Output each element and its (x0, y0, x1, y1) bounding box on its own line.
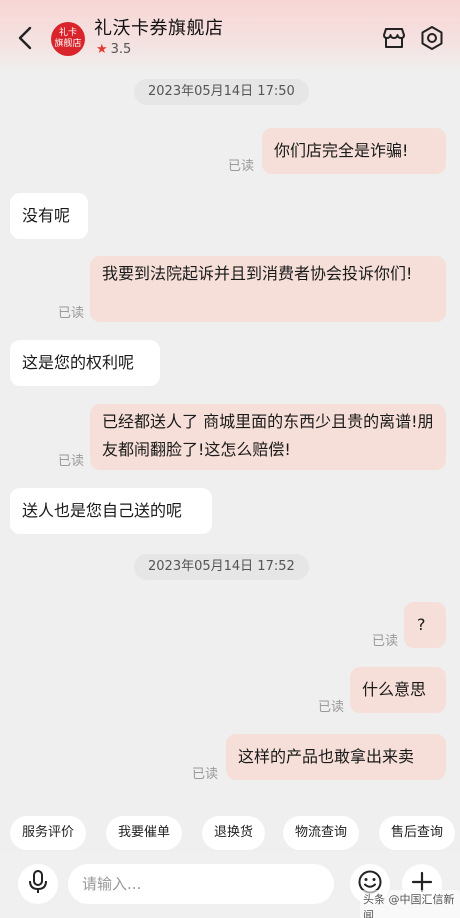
read-receipt: 已读 (228, 159, 255, 174)
urge-order-chip[interactable]: 我要催单 (106, 816, 183, 850)
message-bubble-sent[interactable]: 什么意思 (350, 667, 446, 713)
message-bubble-sent[interactable]: 你们店完全是诈骗! (262, 128, 446, 174)
message-bubble-sent[interactable]: ? (404, 602, 446, 648)
shop-rating: ★ 3.5 (96, 42, 131, 57)
logo-line-2: 旗舰店 (54, 39, 82, 49)
read-receipt: 已读 (318, 700, 345, 715)
return-exchange-chip[interactable]: 退换货 (202, 816, 266, 850)
message-bubble-received[interactable]: 这是您的权利呢 (10, 340, 160, 386)
rating-value: 3.5 (110, 42, 132, 57)
star-icon: ★ (96, 42, 108, 57)
message-bubble-received[interactable]: 送人也是您自己送的呢 (10, 488, 212, 534)
store-icon[interactable] (381, 25, 407, 51)
read-receipt: 已读 (372, 634, 399, 649)
settings-icon[interactable] (418, 24, 446, 52)
logo-line-1: 礼卡 (58, 28, 77, 38)
read-receipt: 已读 (58, 306, 85, 321)
watermark: 头条 @中国汇信新闻 (360, 890, 460, 918)
read-receipt: 已读 (58, 454, 85, 469)
logistics-query-chip[interactable]: 物流查询 (283, 816, 360, 850)
service-rating-chip[interactable]: 服务评价 (10, 816, 87, 850)
voice-button[interactable] (18, 864, 58, 904)
message-bubble-received[interactable]: 没有呢 (10, 193, 88, 239)
back-icon[interactable] (12, 22, 40, 54)
message-input[interactable] (68, 864, 334, 904)
chat-header: 礼卡 旗舰店 礼沃卡券旗舰店 ★ 3.5 (0, 0, 460, 72)
message-bubble-sent[interactable]: 我要到法院起诉并且到消费者协会投诉你们! (90, 256, 446, 322)
chat-timestamp: 2023年05月14日 17:50 (134, 79, 309, 105)
after-sales-query-chip[interactable]: 售后查询 (379, 816, 456, 850)
message-bubble-sent[interactable]: 已经都送人了 商城里面的东西少且贵的离谱!朋友都闹翻脸了!这怎么赔偿! (90, 404, 446, 470)
shop-name[interactable]: 礼沃卡券旗舰店 (94, 14, 224, 40)
message-bubble-sent[interactable]: 这样的产品也敢拿出来卖 (226, 734, 446, 780)
quick-actions-bar: 服务评价 我要催单 退换货 物流查询 售后查询 (0, 816, 460, 850)
microphone-icon (27, 869, 49, 899)
shop-logo[interactable]: 礼卡 旗舰店 (51, 22, 85, 56)
read-receipt: 已读 (192, 767, 219, 782)
chat-timestamp: 2023年05月14日 17:52 (134, 554, 309, 580)
